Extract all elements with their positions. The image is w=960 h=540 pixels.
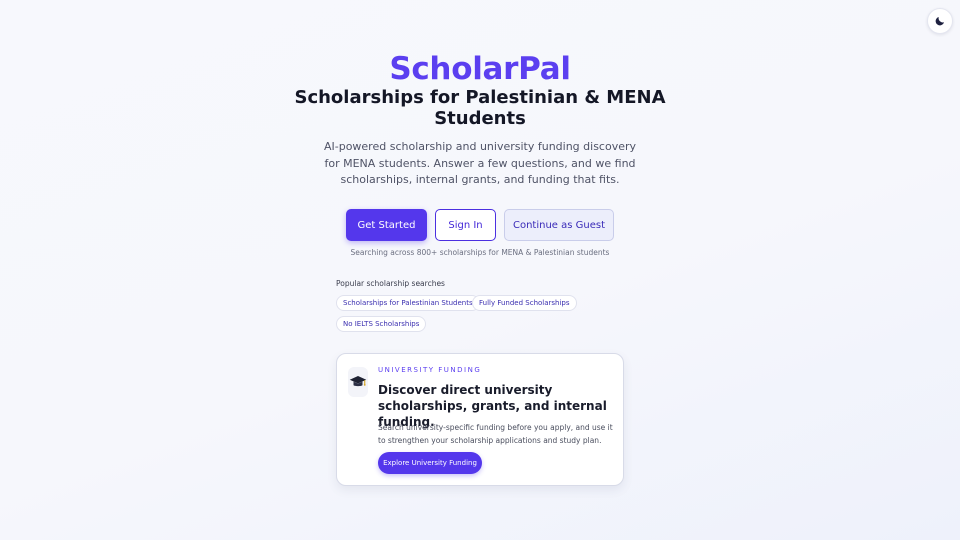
page-headline: Scholarships for Palestinian & MENA Stud… (294, 87, 666, 129)
popular-search-chip[interactable]: Fully Funded Scholarships (472, 295, 577, 311)
popular-search-chip[interactable]: Scholarships for Palestinian Students (336, 295, 480, 311)
card-eyebrow: UNIVERSITY FUNDING (378, 366, 482, 374)
university-funding-card: UNIVERSITY FUNDING Discover direct unive… (336, 353, 624, 486)
popular-search-chip[interactable]: No IELTS Scholarships (336, 316, 427, 332)
brand-title: ScholarPal (389, 51, 571, 87)
moon-icon (935, 17, 944, 26)
card-description: Search university-specific funding befor… (378, 423, 613, 445)
continue-as-guest-button[interactable]: Continue as Guest (504, 209, 614, 241)
graduation-cap-icon (348, 367, 368, 397)
hero-subtitle: AI-powered scholarship and university fu… (323, 140, 637, 186)
sign-in-button[interactable]: Sign In (435, 209, 496, 241)
explore-university-funding-button[interactable]: Explore University Funding (378, 452, 482, 474)
theme-toggle-button[interactable] (927, 8, 953, 34)
popular-searches-title: Popular scholarship searches (336, 279, 445, 288)
get-started-button[interactable]: Get Started (346, 209, 427, 241)
search-coverage-note: Searching across 800+ scholarships for M… (350, 248, 610, 257)
